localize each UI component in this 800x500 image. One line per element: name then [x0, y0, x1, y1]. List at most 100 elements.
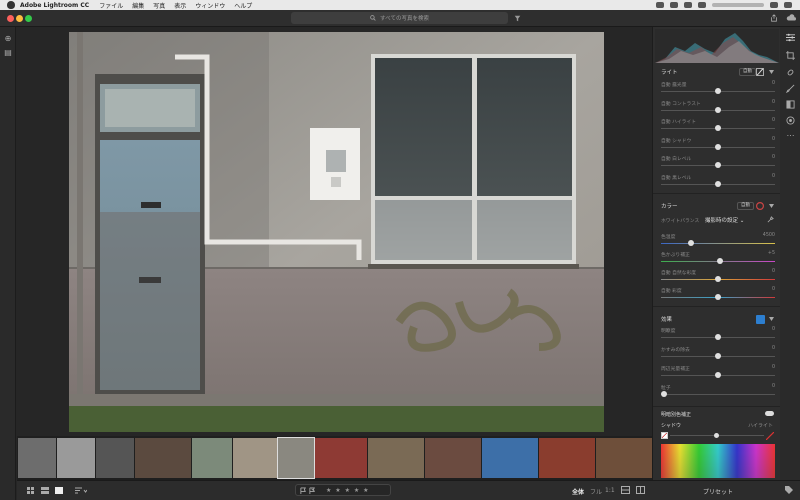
- menu-edit[interactable]: 編集: [132, 1, 144, 10]
- effects-slider-row[interactable]: かすみの除去 0: [661, 345, 775, 363]
- light-section-title[interactable]: ライト: [661, 68, 678, 76]
- slider-knob[interactable]: [715, 106, 721, 113]
- menu-file[interactable]: ファイル: [99, 1, 123, 10]
- menu-photo[interactable]: 写真: [153, 1, 165, 10]
- flag-pick-icon[interactable]: [300, 487, 307, 494]
- light-auto-button[interactable]: 自動: [739, 68, 756, 76]
- light-slider-row[interactable]: 自動 露光量 0: [661, 80, 775, 98]
- light-slider-row[interactable]: 自動 黒レベル 0: [661, 173, 775, 191]
- wifi-icon[interactable]: [684, 2, 692, 8]
- highlight-swatch-icon[interactable]: [766, 432, 774, 440]
- slider-value[interactable]: 4500: [763, 233, 775, 238]
- slider-track[interactable]: [661, 394, 775, 395]
- slider-value[interactable]: 0: [772, 81, 775, 86]
- effects-section-title[interactable]: 効果: [661, 315, 672, 323]
- slider-knob[interactable]: [715, 353, 721, 359]
- slider-knob[interactable]: [715, 276, 721, 282]
- color-auto-button[interactable]: 自動: [737, 202, 754, 210]
- edit-sliders-icon[interactable]: [786, 33, 795, 42]
- film-thumbnail[interactable]: [596, 438, 652, 478]
- slider-knob[interactable]: [715, 125, 721, 131]
- chevron-down-icon[interactable]: [769, 204, 774, 208]
- film-thumbnail[interactable]: [135, 438, 191, 478]
- curve-icon[interactable]: [756, 68, 764, 76]
- app-name-menu[interactable]: Adobe Lightroom CC: [20, 2, 89, 9]
- eyedropper-icon[interactable]: [767, 216, 774, 223]
- menu-window[interactable]: ウィンドウ: [195, 1, 225, 10]
- slider-knob[interactable]: [688, 240, 694, 246]
- film-thumbnail[interactable]: [192, 438, 232, 478]
- slider-knob[interactable]: [661, 391, 667, 397]
- main-photo[interactable]: [69, 32, 604, 432]
- volume-icon[interactable]: [698, 2, 706, 8]
- brush-icon[interactable]: [786, 84, 795, 93]
- film-thumbnail[interactable]: [539, 438, 595, 478]
- before-after-icon[interactable]: [636, 486, 645, 494]
- spotlight-icon[interactable]: [770, 2, 778, 8]
- slider-knob[interactable]: [715, 88, 721, 94]
- film-thumbnail[interactable]: [233, 438, 277, 478]
- slider-value[interactable]: 0: [772, 346, 775, 351]
- film-thumbnail[interactable]: [482, 438, 538, 478]
- flag-reject-icon[interactable]: [309, 487, 316, 494]
- library-icon[interactable]: ▤: [4, 49, 12, 57]
- slider-value[interactable]: 0: [772, 269, 775, 274]
- film-thumbnail[interactable]: [368, 438, 424, 478]
- split-toning-title[interactable]: 明暗別色補正: [661, 411, 691, 418]
- shadow-label[interactable]: シャドウ: [661, 422, 681, 429]
- add-photos-icon[interactable]: ⊕: [4, 35, 12, 43]
- slider-knob[interactable]: [715, 180, 721, 187]
- zoom-fill-option[interactable]: フル: [590, 487, 602, 496]
- slider-value[interactable]: 0: [772, 155, 775, 160]
- zoom-fit-option[interactable]: 全体: [572, 487, 584, 496]
- chevron-down-icon[interactable]: [769, 317, 774, 321]
- white-balance-select[interactable]: 撮影時の設定 ⌄: [705, 216, 744, 224]
- effects-slider-row[interactable]: 明瞭度 0: [661, 326, 775, 344]
- color-picker-field[interactable]: [661, 444, 775, 478]
- more-options-icon[interactable]: ⋯: [786, 131, 795, 140]
- zoom-1to1-option[interactable]: 1:1: [605, 487, 615, 494]
- slider-value[interactable]: 0: [772, 118, 775, 123]
- effects-toggle-icon[interactable]: [756, 315, 765, 324]
- linear-gradient-icon[interactable]: [786, 100, 795, 109]
- slider-knob[interactable]: [715, 372, 721, 378]
- sort-icon[interactable]: [75, 487, 87, 494]
- color-section-title[interactable]: カラー: [661, 202, 678, 210]
- film-thumbnail[interactable]: [315, 438, 367, 478]
- menu-view[interactable]: 表示: [174, 1, 186, 10]
- compare-icon[interactable]: [621, 486, 630, 494]
- radial-gradient-icon[interactable]: [786, 116, 795, 125]
- square-grid-icon[interactable]: [27, 487, 35, 494]
- light-slider-row[interactable]: 自動 白レベル 0: [661, 154, 775, 172]
- cloud-icon[interactable]: [786, 14, 796, 22]
- slider-value[interactable]: +5: [768, 251, 775, 256]
- light-slider-row[interactable]: 自動 ハイライト 0: [661, 117, 775, 135]
- minimize-window-button[interactable]: [16, 15, 23, 22]
- light-slider-row[interactable]: 自動 シャドウ 0: [661, 136, 775, 154]
- film-thumbnail[interactable]: [18, 438, 56, 478]
- effects-slider-row[interactable]: 粒子 0: [661, 383, 775, 401]
- split-toning-toggle[interactable]: [765, 411, 774, 416]
- slider-value[interactable]: 0: [772, 365, 775, 370]
- filter-icon[interactable]: [514, 15, 521, 22]
- zoom-window-button[interactable]: [25, 15, 32, 22]
- search-input[interactable]: すべての写真を検索: [291, 12, 508, 24]
- slider-knob[interactable]: [715, 294, 721, 300]
- color-mixer-icon[interactable]: [756, 202, 764, 210]
- slider-value[interactable]: 0: [772, 100, 775, 105]
- slider-knob[interactable]: [717, 258, 724, 264]
- film-thumbnail[interactable]: [425, 438, 481, 478]
- chevron-down-icon[interactable]: [769, 70, 774, 74]
- highlight-label[interactable]: ハイライト: [748, 422, 773, 429]
- presets-button[interactable]: プリセット: [703, 487, 733, 496]
- balance-slider-knob[interactable]: [714, 433, 719, 438]
- menu-list-icon[interactable]: [784, 2, 792, 8]
- grid-view-icon[interactable]: [41, 487, 49, 494]
- color-slider-row[interactable]: 色温度 4500: [661, 232, 775, 250]
- control-icon[interactable]: [670, 2, 678, 8]
- share-icon[interactable]: [770, 14, 778, 22]
- slider-value[interactable]: 0: [772, 174, 775, 179]
- film-thumbnail[interactable]: [96, 438, 134, 478]
- slider-value[interactable]: 0: [772, 384, 775, 389]
- creative-cloud-icon[interactable]: [656, 2, 664, 8]
